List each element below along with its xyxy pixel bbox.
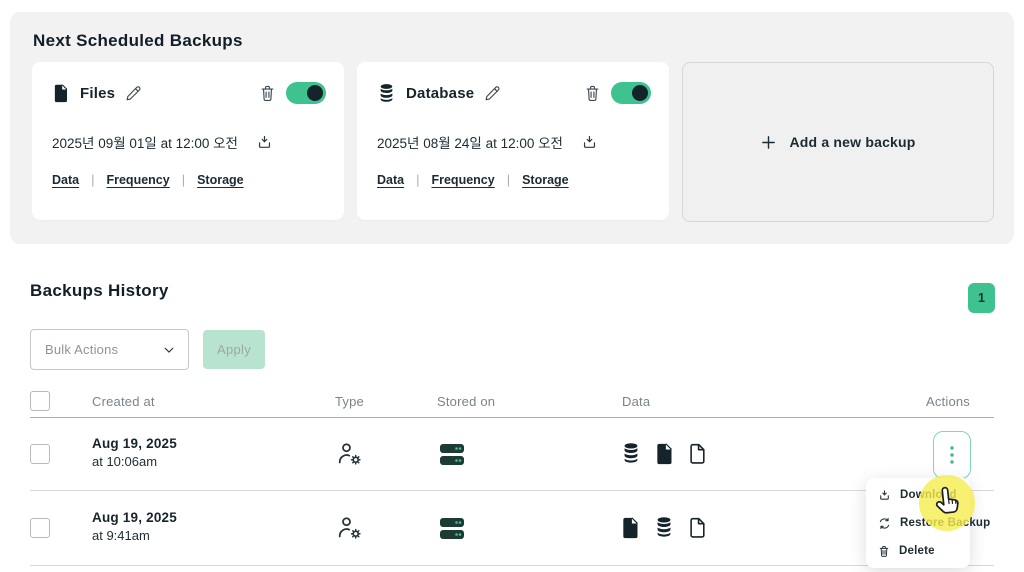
- database-filled-icon: [620, 442, 642, 464]
- history-count-badge: 1: [968, 283, 995, 313]
- history-title: Backups History: [30, 281, 169, 301]
- row-actions-kebab-button[interactable]: [933, 431, 971, 479]
- backup-date: Aug 19, 2025: [92, 510, 177, 525]
- backup-time: at 10:06am: [92, 454, 177, 469]
- row-divider: [30, 490, 994, 491]
- server-icon: [439, 443, 465, 466]
- backup-date: Aug 19, 2025: [92, 436, 177, 451]
- file-outline-icon: [687, 516, 708, 539]
- row-checkbox[interactable]: [30, 518, 50, 538]
- menu-item-restore-backup[interactable]: Restore Backup: [866, 509, 970, 537]
- plus-icon: [760, 134, 777, 151]
- table-header-divider: [30, 417, 994, 418]
- file-filled-icon: [620, 516, 641, 539]
- backup-settings-links: Data | Frequency | Storage: [52, 172, 244, 187]
- link-storage[interactable]: Storage: [197, 173, 244, 187]
- section-title: Next Scheduled Backups: [33, 31, 243, 51]
- select-all-checkbox[interactable]: [30, 391, 50, 411]
- row-divider: [30, 565, 994, 566]
- add-new-backup-label: Add a new backup: [789, 134, 915, 150]
- download-icon[interactable]: [256, 134, 273, 151]
- user-gear-icon: [336, 514, 364, 542]
- download-icon[interactable]: [581, 134, 598, 151]
- next-backup-date: 2025년 09월 01일 at 12:00 오전: [52, 132, 238, 152]
- link-data[interactable]: Data: [52, 173, 79, 187]
- link-data[interactable]: Data: [377, 173, 404, 187]
- edit-pencil-icon[interactable]: [125, 85, 142, 102]
- file-filled-icon: [654, 442, 675, 465]
- backup-enabled-toggle[interactable]: [286, 82, 326, 104]
- delete-trash-icon[interactable]: [259, 84, 276, 103]
- next-scheduled-backups-section: Next Scheduled Backups Files 2025년 09월 0…: [10, 12, 1014, 244]
- backups-page: Next Scheduled Backups Files 2025년 09월 0…: [0, 0, 1024, 572]
- column-header-actions: Actions: [900, 394, 970, 409]
- bulk-actions-select[interactable]: Bulk Actions: [30, 329, 189, 370]
- database-filled-icon: [653, 516, 675, 538]
- backup-card-title: Files: [80, 85, 115, 102]
- user-gear-icon: [336, 440, 364, 468]
- chevron-down-icon: [162, 343, 176, 357]
- backup-enabled-toggle[interactable]: [611, 82, 651, 104]
- file-icon: [52, 83, 70, 103]
- restore-icon: [878, 517, 891, 530]
- backup-settings-links: Data | Frequency | Storage: [377, 172, 569, 187]
- backup-time: at 9:41am: [92, 528, 177, 543]
- link-frequency[interactable]: Frequency: [431, 173, 494, 187]
- add-new-backup-button[interactable]: Add a new backup: [682, 62, 994, 222]
- row-checkbox[interactable]: [30, 444, 50, 464]
- backup-card-title: Database: [406, 85, 474, 102]
- scheduled-card-files: Files 2025년 09월 01일 at 12:00 오전 Data |: [32, 62, 344, 220]
- column-header-data: Data: [622, 394, 650, 409]
- apply-button[interactable]: Apply: [203, 330, 265, 369]
- delete-trash-icon[interactable]: [584, 84, 601, 103]
- column-header-stored-on: Stored on: [437, 394, 495, 409]
- column-header-type: Type: [335, 394, 364, 409]
- file-outline-icon: [687, 442, 708, 465]
- menu-item-delete[interactable]: Delete: [866, 537, 970, 565]
- link-storage[interactable]: Storage: [522, 173, 569, 187]
- scheduled-card-database: Database 2025년 08월 24일 at 12:00 오전 Data …: [357, 62, 669, 220]
- edit-pencil-icon[interactable]: [484, 85, 501, 102]
- row-actions-menu: Download Restore Backup Delete: [866, 478, 970, 568]
- delete-trash-icon: [878, 545, 890, 558]
- link-frequency[interactable]: Frequency: [106, 173, 169, 187]
- kebab-dots-icon: [949, 445, 955, 465]
- download-icon: [878, 489, 891, 502]
- next-backup-date: 2025년 08월 24일 at 12:00 오전: [377, 132, 563, 152]
- server-icon: [439, 517, 465, 540]
- database-icon: [377, 83, 396, 103]
- column-header-created-at: Created at: [92, 394, 155, 409]
- menu-item-download[interactable]: Download: [866, 481, 970, 509]
